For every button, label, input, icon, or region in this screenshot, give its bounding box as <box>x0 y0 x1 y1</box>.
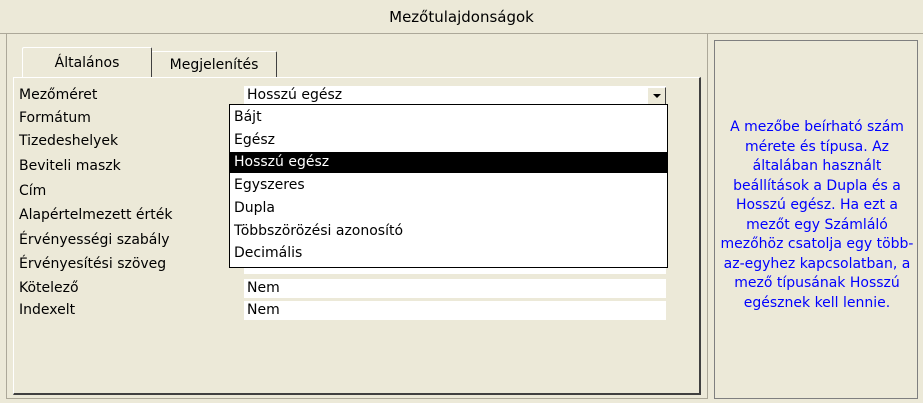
prop-label-alapertelmezett-ertek: Alapértelmezett érték <box>19 207 173 223</box>
prop-value-mezomeret[interactable]: Hosszú egész <box>244 86 666 105</box>
help-text: A mezőbe beírható szám mérete és típusa.… <box>720 119 914 311</box>
prop-value-indexelt[interactable]: Nem <box>244 301 666 320</box>
tab-megjelenites[interactable]: Megjelenítés <box>151 51 277 77</box>
dropdown-option-hosszu-egesz[interactable]: Hosszú egész <box>230 152 667 173</box>
field-size-dropdown-list[interactable]: Bájt Egész Hosszú egész Egyszeres Dupla … <box>229 104 668 268</box>
tab-altalanos[interactable]: Általános <box>22 47 152 77</box>
prop-label-mezomeret: Mezőméret <box>19 87 98 103</box>
dropdown-option-dupla[interactable]: Dupla <box>230 198 667 219</box>
dropdown-option-tobbszorozesi-azonosito[interactable]: Többszörözési azonosító <box>230 221 667 242</box>
window-title: Mezőtulajdonságok <box>0 0 923 34</box>
prop-label-kotelezo: Kötelező <box>19 280 79 296</box>
prop-label-ervenyessegi-szabaly: Érvényességi szabály <box>19 232 170 248</box>
prop-label-indexelt: Indexelt <box>19 302 76 318</box>
prop-label-cim: Cím <box>19 183 47 199</box>
prop-value-kotelezo[interactable]: Nem <box>244 279 666 298</box>
dropdown-option-egyszeres[interactable]: Egyszeres <box>230 175 667 196</box>
prop-label-ervenyesitesi-szoveg: Érvényesítési szöveg <box>19 256 167 272</box>
prop-label-tizedeshelyek: Tizedeshelyek <box>19 133 119 149</box>
triangle-down-icon <box>652 94 661 98</box>
dropdown-option-egesz[interactable]: Egész <box>230 130 667 151</box>
prop-label-formatum: Formátum <box>19 110 91 126</box>
dropdown-option-bajt[interactable]: Bájt <box>230 107 667 128</box>
help-pane: A mezőbe beírható szám mérete és típusa.… <box>714 40 918 399</box>
prop-label-beviteli-maszk: Beviteli maszk <box>19 158 121 174</box>
dropdown-button[interactable] <box>647 87 666 105</box>
dropdown-option-decimalis[interactable]: Decimális <box>230 243 667 264</box>
